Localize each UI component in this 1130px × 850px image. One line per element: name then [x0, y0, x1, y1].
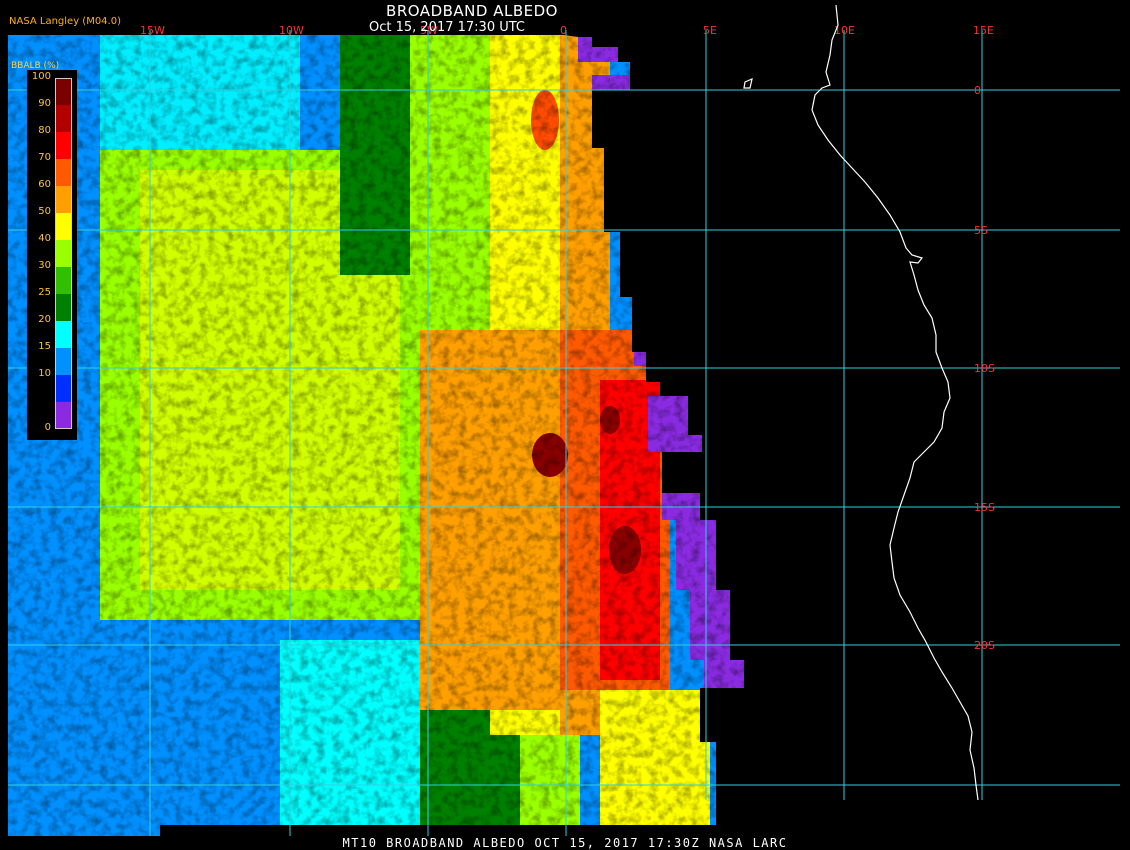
lat-label-0: 0 [974, 84, 981, 97]
swath-block-purple-11 [716, 770, 730, 784]
colorbar-tick-label: 90 [38, 98, 51, 109]
colorbar-tick-label: 50 [38, 206, 51, 217]
map-viewer: 15W 10W 5W 0 5E 10E 15E 0 5S 10S 15S 20S… [0, 0, 1130, 850]
colorbar-tick-label: 40 [38, 233, 51, 244]
lat-label-20s: 20S [974, 639, 995, 652]
lat-label-15s: 15S [974, 501, 995, 514]
colorbar: 100 90 80 70 60 50 40 30 25 20 15 10 0 [27, 70, 77, 440]
colorbar-tick-label: 25 [38, 287, 51, 298]
colorbar-label: BBALB (%) [11, 61, 60, 71]
colorbar-tick-label: 15 [38, 341, 51, 352]
producer-label: NASA Langley (M04.0) [9, 16, 121, 27]
colorbar-tick-label: 0 [44, 422, 51, 433]
albedo-map[interactable]: 15W 10W 5W 0 5E 10E 15E 0 5S 10S 15S 20S [0, 0, 1130, 850]
albedo-swath [8, 35, 744, 836]
lon-label-15e: 15E [973, 24, 994, 37]
map-datetime: Oct 15, 2017 17:30 UTC [369, 20, 525, 35]
footer-caption: MT10 BROADBAND ALBEDO OCT 15, 2017 17:30… [342, 836, 788, 850]
swath-texture [8, 35, 744, 836]
coastline-island [743, 77, 753, 89]
colorbar-tick-label: 70 [38, 152, 51, 163]
colorbar-tick-label: 10 [38, 368, 51, 379]
colorbar-tick-label: 20 [38, 314, 51, 325]
lat-label-10s: 10S [974, 362, 995, 375]
colorbar-tick-label: 30 [38, 260, 51, 271]
swath-block-purple-3 [604, 160, 620, 174]
colorbar-tick-label: 80 [38, 125, 51, 136]
map-title: BROADBAND ALBEDO [386, 2, 558, 20]
colorbar-tick-label: 100 [31, 71, 51, 82]
colorbar-frame [55, 78, 72, 429]
colorbar-tick-label: 60 [38, 179, 51, 190]
lat-label-5s: 5S [974, 224, 988, 237]
coastline [811, 4, 979, 801]
